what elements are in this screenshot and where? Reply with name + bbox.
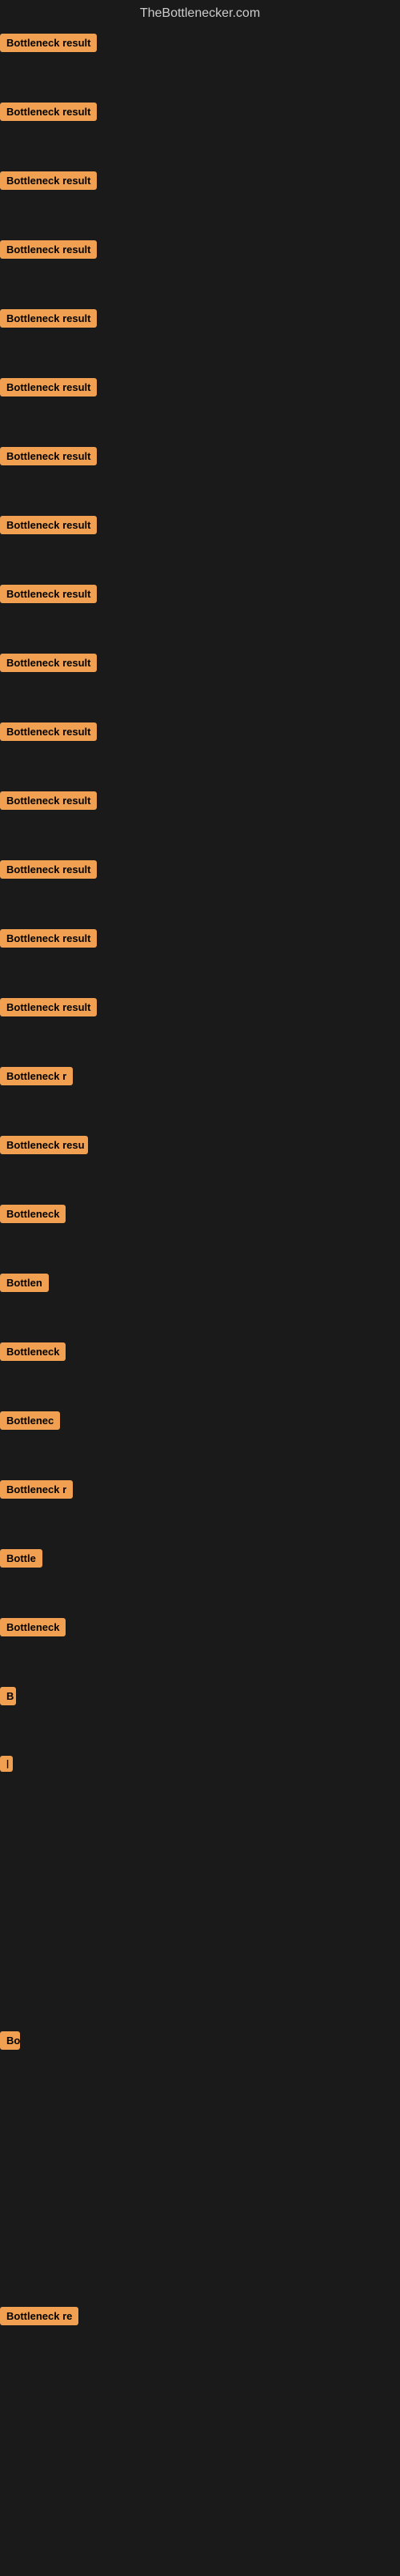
bottleneck-badge[interactable]: Bottleneck [0,1205,66,1223]
bottleneck-badge[interactable]: Bottleneck r [0,1067,73,1085]
bottleneck-badge[interactable]: Bottleneck re [0,2307,78,2325]
bottleneck-item [0,2438,400,2507]
bottleneck-badge[interactable]: Bo [0,2031,20,2050]
bottleneck-item: Bottleneck result [0,441,400,509]
bottleneck-item: Bo [0,2025,400,2094]
bottleneck-badge[interactable]: Bottleneck result [0,309,97,328]
bottleneck-badge[interactable]: Bottleneck [0,1342,66,1361]
bottleneck-badge[interactable]: Bottleneck resu [0,1136,88,1154]
bottleneck-badge[interactable]: Bottleneck result [0,447,97,465]
bottleneck-badge[interactable]: Bottleneck result [0,860,97,879]
bottleneck-item [0,2369,400,2438]
bottleneck-item: Bottlenec [0,1405,400,1474]
bottleneck-item: Bottleneck result [0,992,400,1061]
bottleneck-item: Bottleneck [0,1612,400,1680]
bottleneck-badge[interactable]: Bottlenec [0,1411,60,1430]
bottleneck-badge[interactable]: Bottleneck result [0,791,97,810]
bottleneck-badge[interactable]: Bottleneck result [0,378,97,396]
bottleneck-item [0,1887,400,1956]
bottleneck-item: Bottleneck re [0,2300,400,2369]
bottleneck-item: Bottle [0,1543,400,1612]
bottleneck-badge[interactable]: B [0,1687,16,1705]
bottleneck-item: Bottleneck result [0,578,400,647]
bottleneck-item: B [0,1680,400,1749]
bottleneck-item: Bottleneck result [0,372,400,441]
bottleneck-badge[interactable]: Bottleneck result [0,998,97,1016]
bottleneck-badge[interactable]: Bottleneck result [0,240,97,259]
bottleneck-item [0,1956,400,2025]
bottleneck-item: Bottleneck resu [0,1129,400,1198]
bottleneck-item: Bottleneck result [0,785,400,854]
bottleneck-badge[interactable]: Bottleneck result [0,585,97,603]
bottleneck-item: Bottlen [0,1267,400,1336]
bottleneck-item: Bottleneck r [0,1061,400,1129]
bottleneck-item: Bottleneck [0,1198,400,1267]
bottleneck-item: Bottleneck r [0,1474,400,1543]
bottleneck-item [0,2163,400,2232]
bottleneck-badge[interactable]: Bottleneck result [0,34,97,52]
bottleneck-item: Bottleneck result [0,647,400,716]
bottleneck-badge[interactable]: Bottleneck result [0,929,97,948]
bottleneck-badge[interactable]: Bottleneck [0,1618,66,1636]
bottleneck-item: Bottleneck result [0,303,400,372]
bottleneck-badge[interactable]: Bottleneck result [0,654,97,672]
bottleneck-badge[interactable]: Bottleneck result [0,722,97,741]
bottleneck-item [0,2232,400,2300]
bottleneck-item: Bottleneck result [0,509,400,578]
bottleneck-item: Bottleneck result [0,716,400,785]
bottleneck-badge[interactable]: Bottleneck result [0,103,97,121]
bottleneck-badge[interactable]: Bottleneck result [0,171,97,190]
bottleneck-badge[interactable]: Bottleneck result [0,516,97,534]
bottleneck-item: Bottleneck result [0,234,400,303]
bottleneck-item [0,2094,400,2163]
bottleneck-item: Bottleneck result [0,854,400,923]
bottleneck-item: Bottleneck [0,1336,400,1405]
bottleneck-item: Bottleneck result [0,165,400,234]
bottleneck-item: Bottleneck result [0,96,400,165]
bottleneck-item [0,1818,400,1887]
bottleneck-item [0,2507,400,2576]
site-title: TheBottlenecker.com [0,0,400,27]
bottleneck-badge[interactable]: | [0,1756,13,1772]
bottleneck-badge[interactable]: Bottleneck r [0,1480,73,1499]
bottleneck-item: | [0,1749,400,1818]
bottleneck-badge[interactable]: Bottlen [0,1274,49,1292]
bottleneck-badge[interactable]: Bottle [0,1549,42,1568]
bottleneck-item: Bottleneck result [0,27,400,96]
bottleneck-item: Bottleneck result [0,923,400,992]
